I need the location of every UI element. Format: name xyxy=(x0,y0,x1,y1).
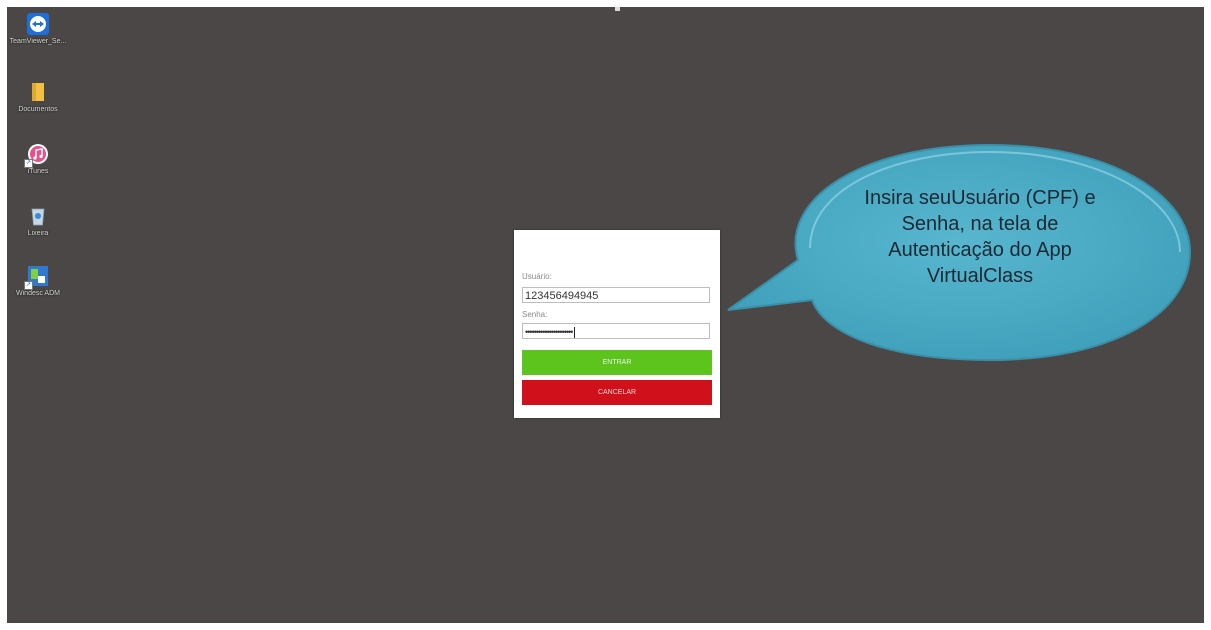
itunes-icon: ↗ xyxy=(24,143,49,168)
desktop-icon-windesc-adm[interactable]: ↗ Windesc ADM xyxy=(7,265,69,297)
teamviewer-icon xyxy=(27,13,49,35)
desktop-icon-itunes[interactable]: ↗ iTunes xyxy=(7,143,69,175)
username-input[interactable]: 123456494945 xyxy=(522,287,710,303)
callout-line: Senha, na tela de xyxy=(901,213,1059,235)
password-mask: •••••••••••••••••••••• xyxy=(525,327,573,337)
callout-text: Insira seuUsuário (CPF) e Senha, na tela… xyxy=(800,185,1160,289)
desktop-icon-documentos[interactable]: Documentos xyxy=(7,81,69,113)
window-edge-marker xyxy=(615,7,620,11)
desktop-icon-label: iTunes xyxy=(27,168,49,175)
shortcut-arrow-icon: ↗ xyxy=(24,159,33,168)
password-input[interactable]: •••••••••••••••••••••• xyxy=(522,323,710,339)
text-caret xyxy=(574,327,576,338)
callout-line: VirtualClass xyxy=(926,265,1034,287)
callout-line: Autenticação do App xyxy=(888,239,1072,261)
callout-line: Insira seuUsuário (CPF) e xyxy=(864,187,1096,209)
desktop-icon-label: TeamViewer_Se... xyxy=(9,38,67,45)
desktop-icon-label: Lixeira xyxy=(27,230,49,237)
password-label: Senha: xyxy=(522,310,548,319)
desktop-icon-lixeira[interactable]: Lixeira xyxy=(7,205,69,237)
desktop-icon-label: Documentos xyxy=(18,106,58,113)
login-dialog: Usuário: 123456494945 Senha: •••••••••••… xyxy=(514,230,720,418)
app-shortcut-icon: ↗ xyxy=(24,265,49,290)
cancel-button[interactable]: CANCELAR xyxy=(522,380,712,405)
desktop-icon-teamviewer[interactable]: TeamViewer_Se... xyxy=(7,13,69,45)
enter-button[interactable]: ENTRAR xyxy=(522,350,712,375)
username-label: Usuário: xyxy=(522,272,552,281)
shortcut-arrow-icon: ↗ xyxy=(24,281,33,290)
folder-icon xyxy=(27,81,49,103)
desktop-icon-label: Windesc ADM xyxy=(16,290,60,297)
recycle-bin-icon xyxy=(27,205,49,227)
